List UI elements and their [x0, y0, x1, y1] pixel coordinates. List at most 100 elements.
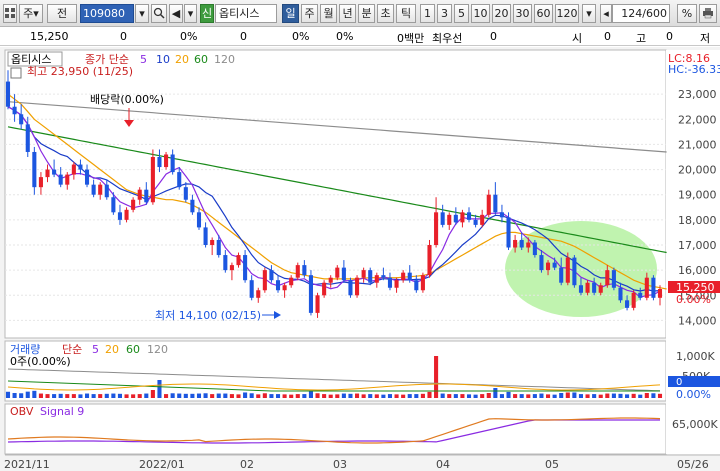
stock-code: 109080: [83, 7, 125, 20]
price-tick-label: 23,000: [678, 88, 717, 101]
candle-body: [355, 277, 360, 296]
volume-bar: [519, 394, 524, 398]
candle-body: [144, 189, 149, 203]
candle-body: [223, 255, 228, 271]
candle-body: [58, 174, 63, 185]
interval-60[interactable]: 60: [534, 4, 553, 23]
speaker-dropdown-icon[interactable]: ▾: [184, 4, 197, 23]
period-year[interactable]: 년: [339, 4, 356, 23]
period-label: 초: [380, 7, 391, 20]
speaker-icon[interactable]: ◀: [169, 4, 183, 23]
print-icon[interactable]: [699, 4, 717, 23]
candle-body: [585, 282, 590, 293]
volume-bar: [302, 394, 307, 398]
volume-bar: [210, 394, 215, 398]
vol-ma20-legend: 20: [105, 343, 119, 356]
period-month[interactable]: 월: [320, 4, 337, 23]
credit-label: 신: [201, 7, 213, 20]
volume-bar: [170, 393, 175, 398]
chart-canvas[interactable]: 23,000 22,000 21,000 20,000 19,000 18,000 17,0…: [0, 47, 720, 471]
interval-10[interactable]: 10: [471, 4, 490, 23]
dropdown-arrow-icon[interactable]: ▾: [135, 4, 149, 23]
settings-icon[interactable]: [10, 67, 22, 79]
candle-body: [282, 285, 287, 291]
count-display[interactable]: 124/600: [612, 4, 670, 23]
candle-body: [315, 295, 320, 313]
candle-body: [466, 212, 472, 220]
candle-body: [65, 174, 70, 185]
volume-bar: [157, 380, 162, 398]
x-label: 02: [240, 458, 254, 471]
stock-code-input[interactable]: 109080: [80, 4, 134, 23]
candle-body: [611, 270, 616, 288]
ma60-legend: 60: [194, 53, 208, 66]
candle-body: [249, 280, 254, 298]
change-percent: 0%: [180, 30, 198, 43]
candle-body: [289, 277, 294, 286]
chart-area[interactable]: 23,000 22,000 21,000 20,000 19,000 18,000 17,0…: [0, 47, 720, 471]
volume-current-text: 0: [676, 377, 682, 388]
market-select[interactable]: 주▾: [19, 4, 43, 23]
interval-3[interactable]: 3: [437, 4, 452, 23]
period-minute[interactable]: 분: [358, 4, 375, 23]
interval-30[interactable]: 30: [513, 4, 532, 23]
interval-dropdown-icon[interactable]: ▾: [582, 4, 596, 23]
vol-ma5-legend: 5: [92, 343, 99, 356]
price-tick-label: 16,000: [678, 264, 717, 277]
search-icon[interactable]: [151, 4, 167, 23]
candle-body: [592, 282, 597, 293]
candle-body: [157, 157, 162, 168]
candle-body: [420, 275, 425, 291]
candle-body: [216, 239, 221, 256]
vol-ma120-legend: 120: [147, 343, 168, 356]
candle-body: [91, 184, 96, 195]
interval-label: 3: [441, 7, 448, 20]
candle-body: [486, 194, 491, 215]
volume-bar: [78, 394, 83, 398]
volume-bar: [466, 394, 472, 398]
max-price-annotation: 최고 23,950 (11/25): [27, 65, 133, 78]
period-day[interactable]: 일: [282, 4, 299, 23]
volume-bar: [552, 394, 557, 398]
volume-bar: [45, 394, 50, 398]
interval-120[interactable]: 120: [555, 4, 579, 23]
candle-body: [440, 212, 445, 225]
volume-bar: [644, 393, 649, 398]
volume-bar: [545, 394, 551, 398]
interval-20[interactable]: 20: [492, 4, 511, 23]
candle-body: [262, 270, 267, 291]
interval-5[interactable]: 5: [454, 4, 469, 23]
candle-body: [473, 219, 478, 225]
vol-ma60-legend: 60: [126, 343, 140, 356]
percent-icon[interactable]: %: [677, 4, 697, 23]
price-info-row: 15,250 0 0% 0 0% 0% 0백만 최우선 0 시 0 고 0 저: [0, 27, 720, 46]
candle-body: [651, 277, 656, 298]
volume-bar: [256, 394, 261, 398]
candle-body: [150, 157, 155, 203]
volume-bar: [361, 394, 366, 398]
x-label: 2022/01: [139, 458, 185, 471]
volume-bar: [91, 394, 96, 398]
grid-icon[interactable]: [3, 4, 17, 23]
volume-bar: [341, 393, 346, 398]
candle-body: [164, 154, 169, 168]
volume-bar: [117, 393, 123, 398]
candle-body: [644, 277, 649, 298]
x-axis: 2021/11 2022/01 02 03 04 05 05/26: [4, 454, 720, 471]
volume-bar: [348, 393, 353, 398]
interval-1[interactable]: 1: [420, 4, 435, 23]
period-second[interactable]: 초: [377, 4, 394, 23]
candle-body: [631, 292, 636, 308]
candle-body: [460, 212, 465, 223]
period-week[interactable]: 주: [301, 4, 318, 23]
scroll-left-icon[interactable]: ◂: [600, 4, 612, 23]
candle-body: [552, 262, 557, 268]
period-tick[interactable]: 틱: [396, 4, 416, 23]
volume-bar: [374, 394, 379, 398]
volume-bar: [282, 394, 287, 398]
volume-bar: [5, 391, 11, 398]
candle-body: [12, 106, 17, 115]
all-button[interactable]: 전: [47, 4, 77, 23]
volume-bar: [526, 394, 531, 398]
price-tick-label: 17,000: [678, 239, 717, 252]
